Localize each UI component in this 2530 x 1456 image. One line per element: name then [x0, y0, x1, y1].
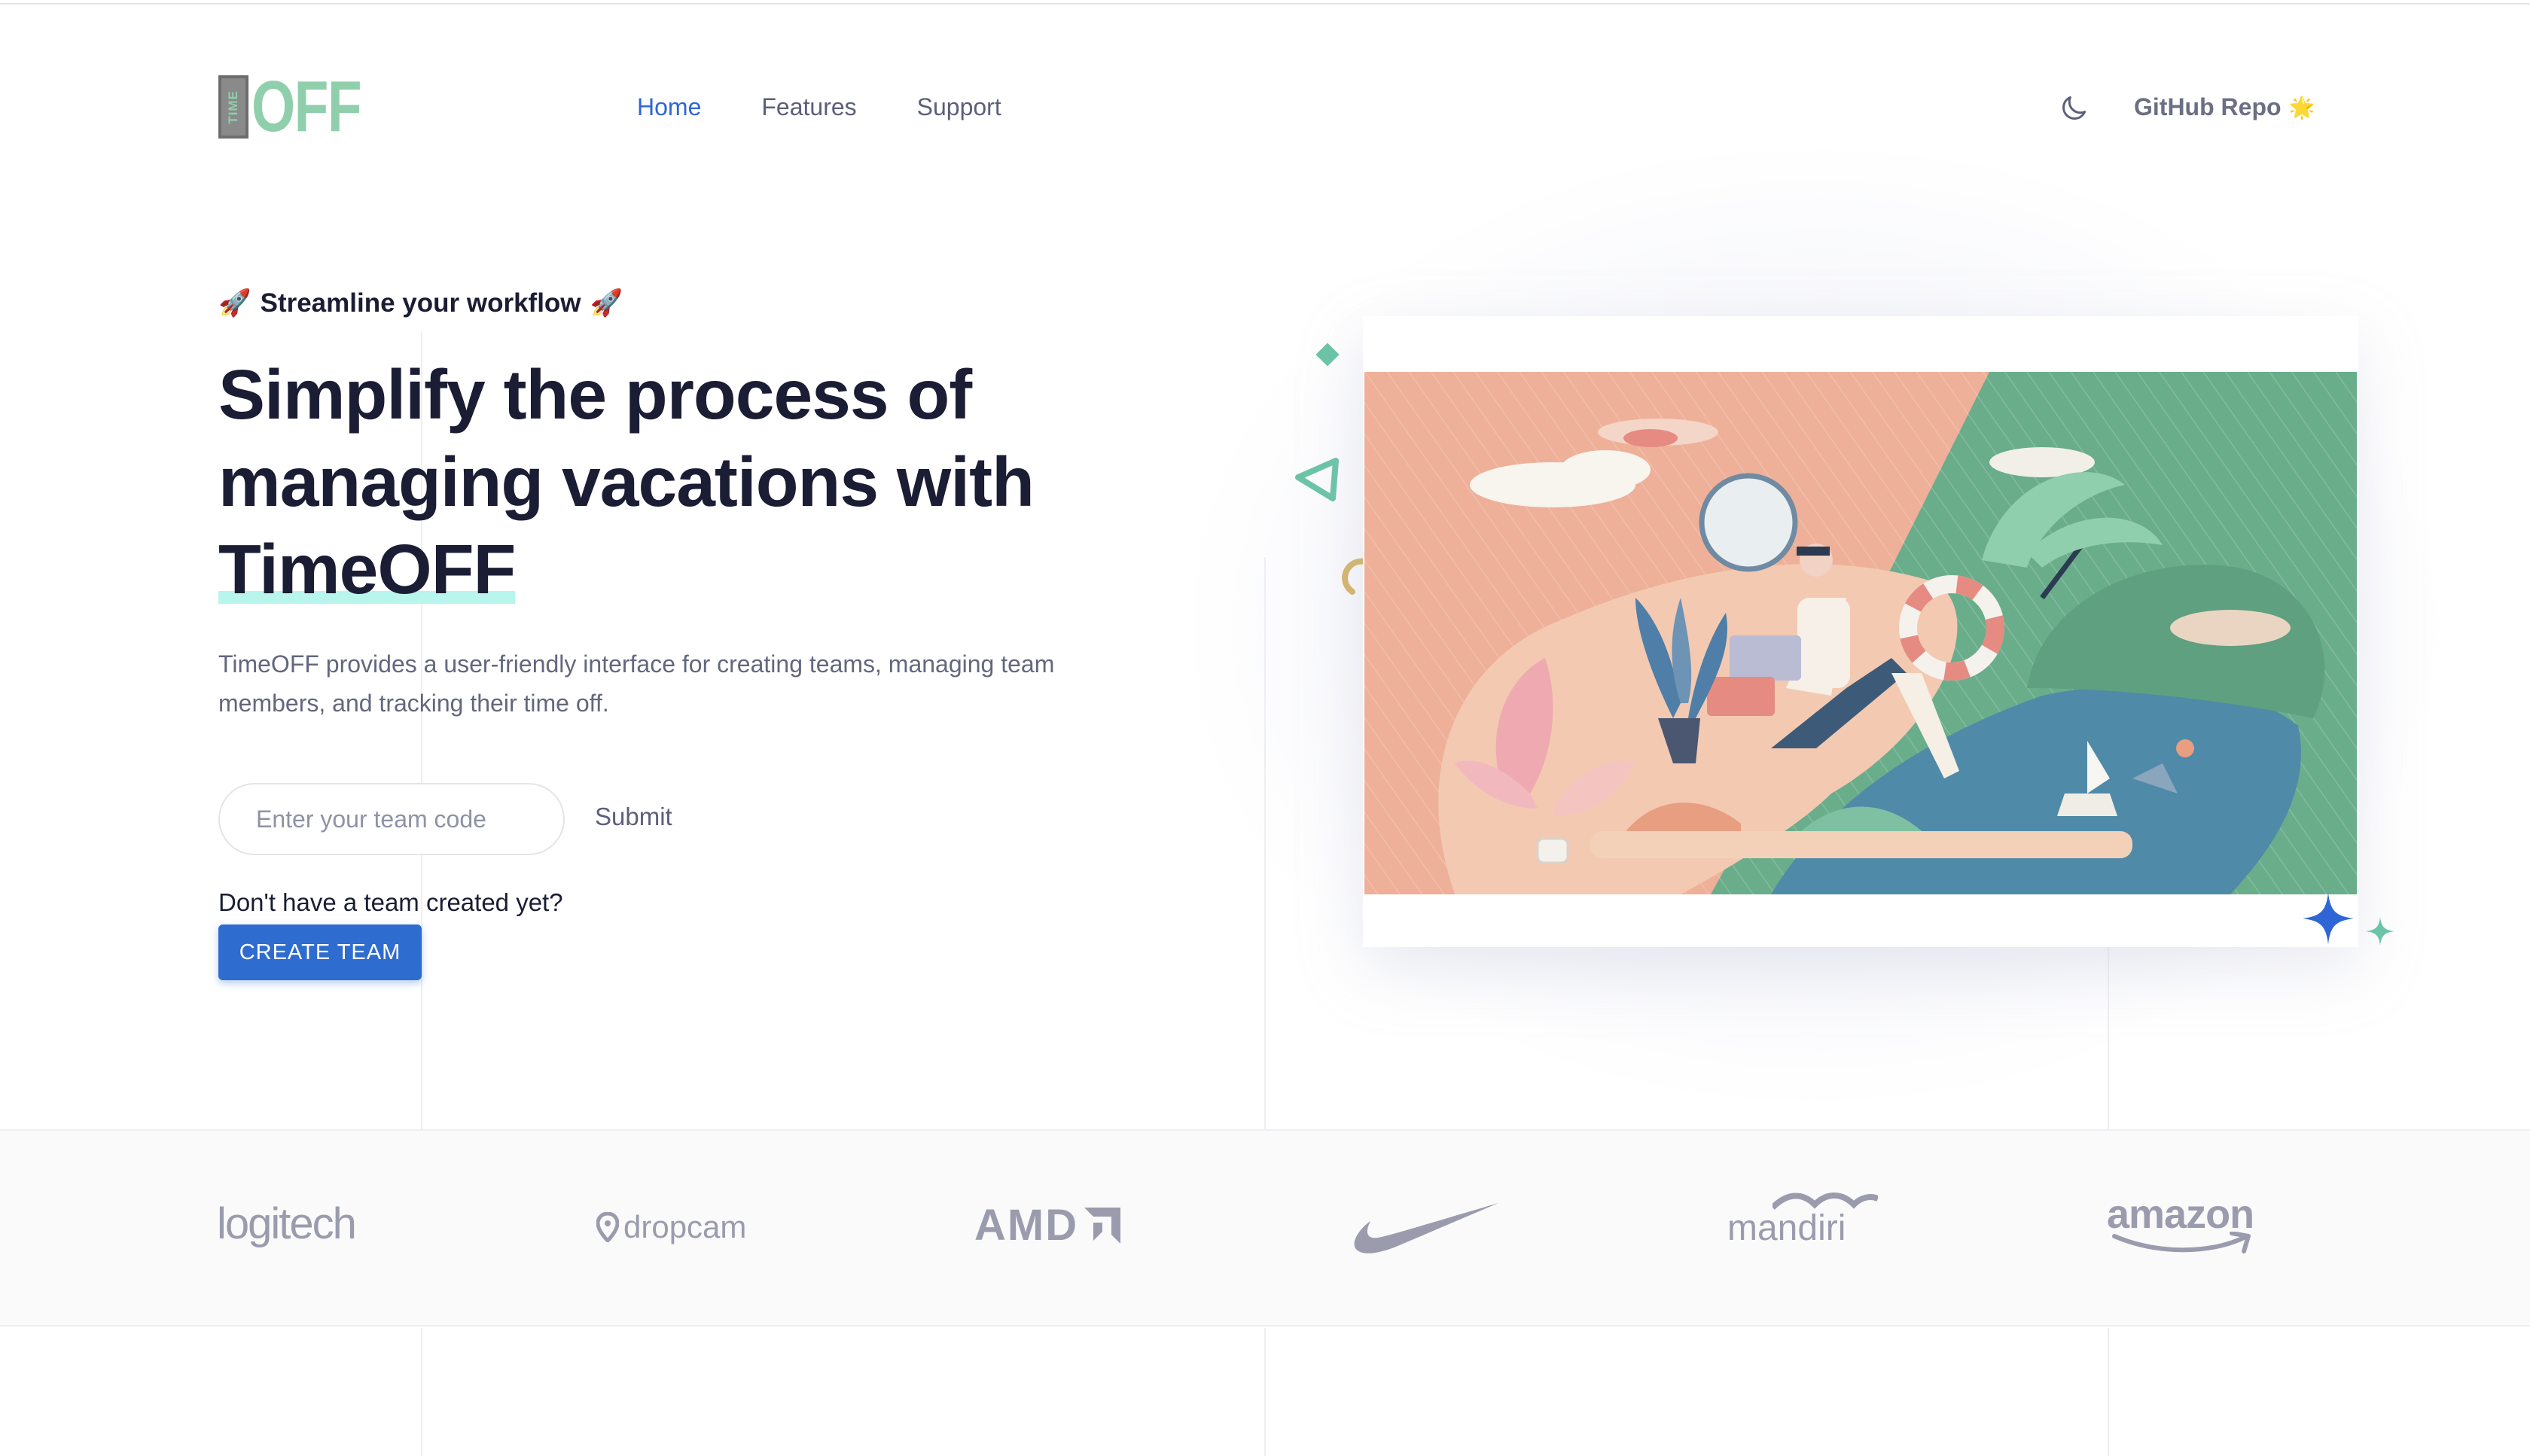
headline-line-2: managing vacations with — [218, 443, 1035, 521]
amazon-logo: amazon — [2107, 1191, 2254, 1253]
amd-text: AMD — [974, 1201, 1079, 1250]
rocket-icon: 🚀 — [218, 288, 251, 318]
moon-icon[interactable] — [2057, 92, 2090, 125]
top-border — [0, 0, 2530, 5]
nav-support[interactable]: Support — [917, 93, 1001, 121]
eyebrow-text: Streamline your workflow — [260, 288, 581, 318]
headline-line-1: Simplify the process of — [218, 355, 972, 434]
headline-highlight: TimeOFF — [218, 530, 516, 608]
submit-button[interactable]: Submit — [595, 803, 672, 831]
vacation-illustration — [1364, 372, 2357, 894]
hero-description: TimeOFF provides a user-friendly interfa… — [218, 650, 1055, 717]
hero-eyebrow: 🚀 Streamline your workflow 🚀 — [218, 288, 623, 318]
mandiri-logo: mandiri — [1727, 1193, 1878, 1248]
sparkle-small-icon — [2366, 917, 2394, 946]
no-team-text: Don't have a team created yet? — [218, 888, 563, 916]
logo-text: OFF — [251, 66, 362, 147]
nike-swoosh-logo — [1354, 1203, 1498, 1253]
guide-line — [2108, 1328, 2109, 1456]
dropcam-logo: dropcam — [596, 1209, 746, 1245]
amd-logo: AMD — [974, 1200, 1121, 1250]
amd-arrow-icon — [1084, 1207, 1121, 1244]
create-team-button[interactable]: CREATE TEAM — [218, 924, 422, 980]
logo-box: TIME — [218, 75, 248, 139]
logo-box-text: TIME — [226, 90, 240, 124]
location-pin-icon — [596, 1212, 619, 1242]
team-code-input[interactable] — [218, 783, 565, 855]
guide-line — [421, 1328, 422, 1456]
rocket-icon: 🚀 — [590, 288, 623, 318]
amazon-text: amazon — [2107, 1192, 2254, 1237]
star-icon: 🌟 — [2288, 96, 2315, 119]
logitech-logo: logitech — [217, 1199, 357, 1249]
diamond-shape-icon — [1315, 343, 1340, 367]
github-repo-link[interactable]: GitHub Repo 🌟 — [2134, 93, 2315, 121]
site-logo[interactable]: TIME OFF — [218, 66, 392, 147]
mandiri-text: mandiri — [1727, 1208, 1846, 1248]
logitech-text: logitech — [217, 1199, 357, 1248]
guide-line — [1264, 1328, 1266, 1456]
github-label: GitHub Repo — [2134, 93, 2282, 120]
triangle-shape-icon — [1295, 458, 1339, 501]
main-nav: Home Features Support — [637, 93, 1001, 121]
nav-features[interactable]: Features — [761, 93, 856, 121]
amazon-smile-icon — [2112, 1232, 2251, 1253]
brand-logos-band: logitech dropcam AMD mandiri amazon — [0, 1129, 2530, 1327]
dropcam-text: dropcam — [623, 1209, 747, 1244]
sparkle-icon — [2303, 893, 2354, 944]
hero-headline: Simplify the process of managing vacatio… — [218, 351, 1197, 613]
nav-home[interactable]: Home — [637, 93, 701, 121]
